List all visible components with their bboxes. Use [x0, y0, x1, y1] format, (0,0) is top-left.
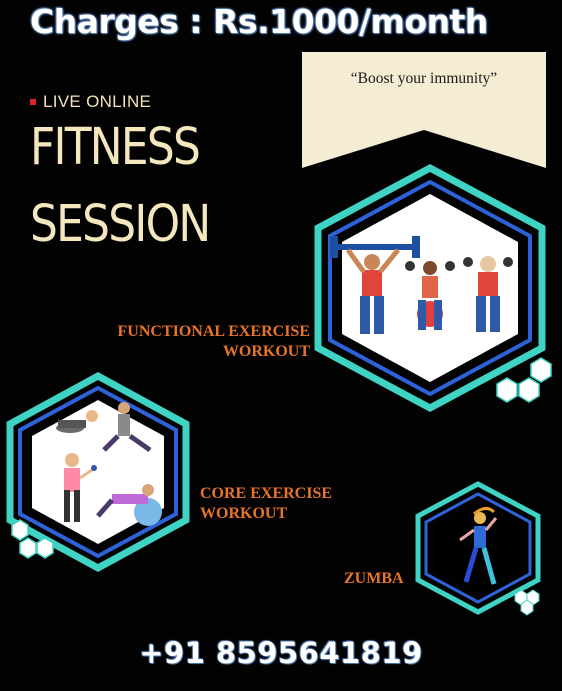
functional-workout-label: FUNCTIONAL EXERCISE WORKOUT [78, 322, 310, 362]
small-hex-cluster-3 [514, 589, 540, 616]
fitness-poster: Charges : Rs.1000/month “Boost your immu… [0, 0, 562, 691]
live-dot-icon [30, 99, 36, 105]
live-tag: LIVE ONLINE [30, 92, 151, 112]
core-line-1: CORE EXERCISE [200, 485, 333, 502]
title-line-1: FITNESS [30, 118, 201, 177]
live-label: LIVE ONLINE [43, 92, 152, 111]
quote-text: “Boost your immunity” [350, 70, 498, 87]
core-line-2: WORKOUT [200, 505, 288, 522]
functional-line-1: FUNCTIONAL EXERCISE [117, 323, 310, 340]
core-workout-label: CORE EXERCISE WORKOUT [200, 484, 360, 524]
zumba-label: ZUMBA [344, 569, 404, 589]
charges-heading: Charges : Rs.1000/month [30, 2, 488, 41]
title-line-2: SESSION [30, 195, 211, 254]
contact-phone[interactable]: +91 8595641819 [0, 636, 562, 670]
functional-line-2: WORKOUT [222, 343, 310, 360]
zumba-line-1: ZUMBA [344, 570, 404, 587]
small-hex-cluster-2 [11, 519, 54, 559]
hexagon-core [6, 372, 190, 572]
